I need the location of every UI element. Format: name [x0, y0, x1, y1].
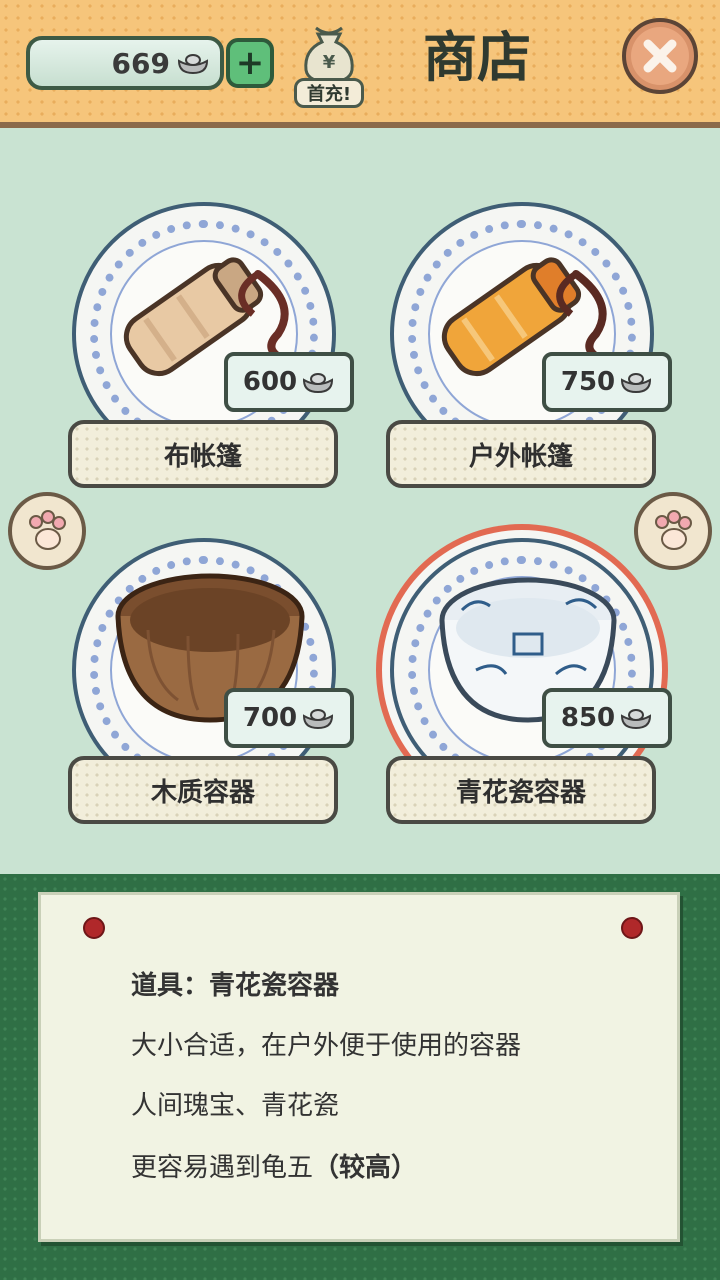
item-description-1: 大小合适，在户外便于使用的容器 [131, 1031, 522, 1061]
item-effect-text: 更容易遇到龟五 [131, 1153, 314, 1183]
silver-ingot-icon [621, 709, 652, 730]
silver-ingot-icon [303, 373, 334, 394]
money-bag-icon: ¥ [304, 26, 354, 84]
plus-icon: + [235, 43, 265, 83]
shop-item-outdoor-tent[interactable]: 750 户外帐篷 [386, 202, 672, 492]
price-value: 700 [242, 703, 298, 733]
paw-icon [29, 510, 66, 550]
first-charge-label: 首充! [294, 78, 364, 108]
item-description-3: 更容易遇到龟五（较高） [131, 1147, 417, 1184]
price-tag: 750 [542, 352, 672, 412]
item-effect-level: （较高） [313, 1153, 418, 1183]
silver-ingot-icon [303, 709, 334, 730]
silver-ingot-icon [621, 373, 652, 394]
pin-icon [621, 917, 643, 939]
price-value: 750 [560, 367, 616, 397]
price-tag: 700 [224, 688, 354, 748]
silver-ingot-icon [177, 54, 209, 75]
header-bar: 669 + ¥ 首充! 商店 [0, 0, 720, 128]
price-value: 850 [560, 703, 616, 733]
info-panel: 道具：青花瓷容器 大小合适，在户外便于使用的容器 人间瑰宝、青花瓷 更容易遇到龟… [0, 874, 720, 1280]
item-title: 道具：青花瓷容器 [131, 971, 340, 1001]
shop-item-cloth-tent[interactable]: 600 布帐篷 [68, 202, 354, 492]
price-value: 600 [242, 367, 298, 397]
shop-item-porcelain-container[interactable]: 850 青花瓷容器 [386, 538, 672, 828]
close-icon [643, 39, 677, 73]
close-button[interactable] [622, 18, 698, 94]
item-description-note: 道具：青花瓷容器 大小合适，在户外便于使用的容器 人间瑰宝、青花瓷 更容易遇到龟… [38, 892, 680, 1242]
svg-text:¥: ¥ [323, 52, 336, 73]
paw-icon [655, 510, 692, 550]
currency-value: 669 [111, 46, 170, 80]
price-tag: 850 [542, 688, 672, 748]
page-title: 商店 [423, 25, 531, 89]
item-name: 户外帐篷 [386, 420, 656, 488]
price-tag: 600 [224, 352, 354, 412]
first-charge-button[interactable]: ¥ 首充! [292, 22, 366, 112]
item-name: 木质容器 [68, 756, 338, 824]
item-name: 布帐篷 [68, 420, 338, 488]
pin-icon [83, 917, 105, 939]
currency-display: 669 [26, 36, 224, 90]
item-description-2: 人间瑰宝、青花瓷 [131, 1091, 340, 1121]
shop-item-wooden-container[interactable]: 700 木质容器 [68, 538, 354, 828]
shop-grid: 600 布帐篷 750 户外帐篷 700 木质容器 850 青花瓷容器 [0, 134, 720, 874]
add-currency-button[interactable]: + [226, 38, 274, 88]
next-page-button[interactable] [634, 492, 712, 570]
item-name: 青花瓷容器 [386, 756, 656, 824]
prev-page-button[interactable] [8, 492, 86, 570]
